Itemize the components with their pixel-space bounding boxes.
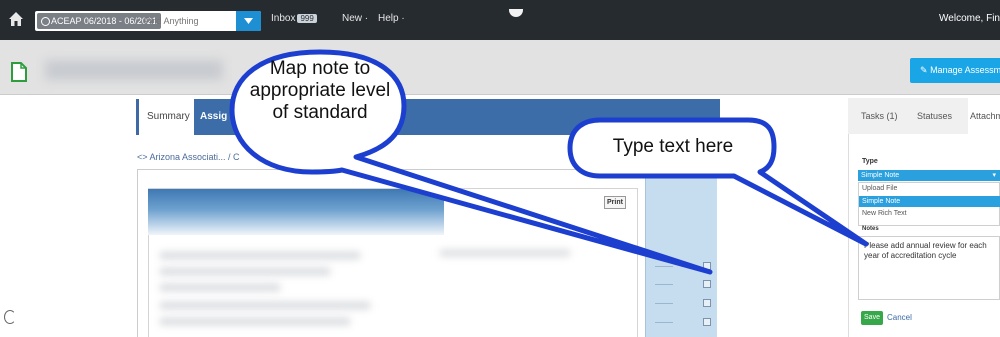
standard-header-band [148, 189, 444, 235]
inbox-count-badge: 999 [297, 14, 317, 23]
scroll-indicator-icon [4, 310, 16, 324]
redacted-text [160, 318, 350, 325]
level-divider [655, 284, 673, 285]
callout-type-text: Type text here [612, 136, 734, 157]
nav-new-menu[interactable]: New · [342, 13, 368, 24]
level-checkbox[interactable] [703, 299, 711, 307]
top-nav-bar: ACEAP 06/2018 - 06/2021 Inbox999 New · H… [0, 0, 1000, 40]
manage-assessment-label: Manage Assessment [930, 65, 1000, 75]
level-divider [655, 266, 673, 267]
home-icon[interactable] [8, 11, 24, 27]
redacted-text [160, 252, 360, 259]
top-indicator [509, 9, 523, 17]
welcome-user-menu[interactable]: Welcome, Fin [939, 13, 1000, 24]
tab-summary[interactable]: Summary [136, 99, 194, 135]
global-search: ACEAP 06/2018 - 06/2021 [35, 11, 261, 31]
search-input[interactable] [144, 13, 238, 29]
type-label: Type [862, 158, 878, 165]
level-divider [655, 303, 673, 304]
cancel-link[interactable]: Cancel [887, 313, 912, 322]
redacted-text [160, 268, 330, 275]
tab-tasks[interactable]: Tasks (1) [861, 111, 898, 121]
tab-attachments[interactable]: Attachm [968, 98, 1000, 134]
type-option-rich-text[interactable]: New Rich Text [862, 210, 907, 217]
search-scope-chip[interactable]: ACEAP 06/2018 - 06/2021 [37, 13, 161, 29]
search-dropdown-button[interactable] [236, 11, 261, 31]
main-tabs: Summary Assig [136, 99, 720, 135]
notes-label: Notes [862, 226, 879, 232]
standard-level-column [645, 168, 717, 337]
chevron-down-icon [244, 18, 253, 24]
callout-map-note-text: Map note to appropriate level of standar… [249, 58, 391, 123]
nav-inbox[interactable]: Inbox 999 [271, 13, 317, 24]
pencil-icon: ✎ [920, 65, 928, 75]
redacted-text [160, 284, 280, 291]
type-select-value: Simple Note [861, 172, 900, 179]
tab-statuses[interactable]: Statuses [917, 111, 952, 121]
redacted-text [440, 250, 570, 256]
print-button[interactable]: Print [604, 196, 626, 209]
level-checkbox[interactable] [703, 318, 711, 326]
level-divider [655, 322, 673, 323]
save-button[interactable]: Save [861, 311, 883, 325]
type-option-upload-file[interactable]: Upload File [862, 185, 897, 192]
level-checkbox[interactable] [703, 280, 711, 288]
nav-help-menu[interactable]: Help · [378, 13, 405, 24]
right-panel-tabs: Tasks (1) Statuses Attachm [848, 98, 1000, 134]
manage-assessment-button[interactable]: ✎ Manage Assessment [910, 58, 1000, 83]
redacted-text [160, 302, 370, 309]
document-icon [11, 62, 27, 82]
type-select[interactable]: Simple Note ▾ [858, 170, 1000, 181]
page-title-redacted [45, 60, 223, 80]
breadcrumb[interactable]: <> Arizona Associati... / C [137, 152, 240, 162]
nav-inbox-label: Inbox [271, 13, 296, 24]
level-checkbox[interactable] [703, 262, 711, 270]
type-option-simple-note[interactable]: Simple Note [859, 196, 1000, 207]
chevron-down-icon: ▾ [992, 172, 996, 179]
type-dropdown-list: Upload File Simple Note New Rich Text [858, 182, 1000, 226]
page-header [0, 40, 1000, 95]
notes-textarea[interactable]: Please add annual review for each year o… [858, 236, 1000, 300]
